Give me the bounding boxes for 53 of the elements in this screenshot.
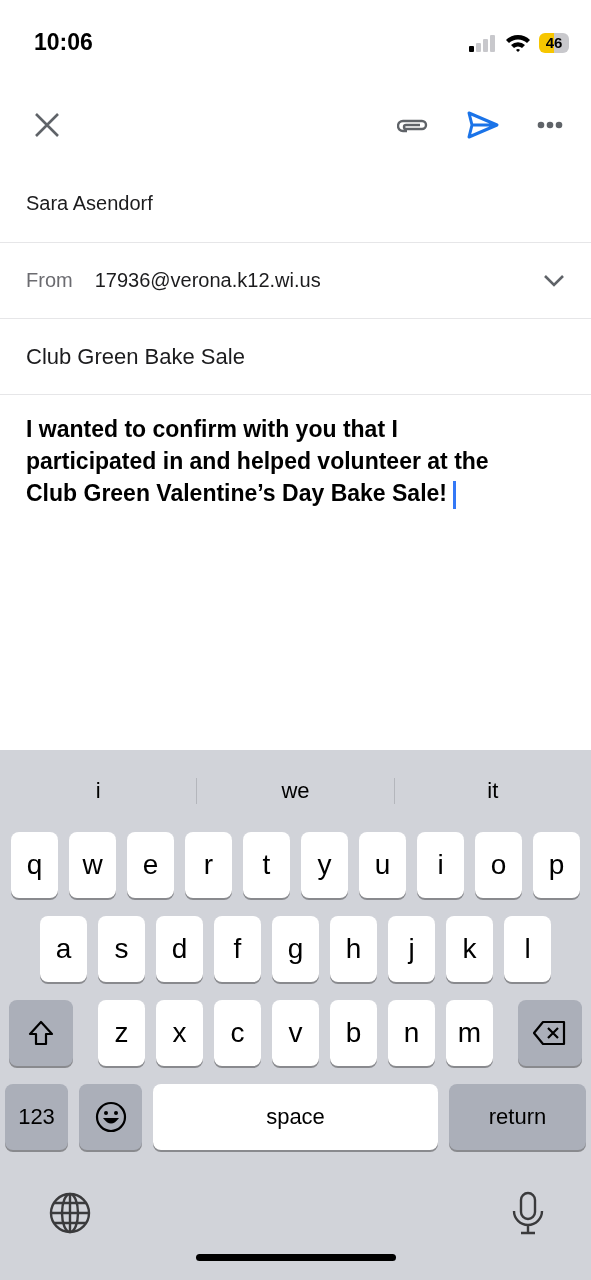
suggestion[interactable]: it bbox=[487, 778, 499, 803]
send-icon bbox=[467, 111, 499, 139]
shift-key[interactable] bbox=[9, 1000, 73, 1066]
letter-key[interactable]: h bbox=[330, 916, 377, 982]
subject-field[interactable]: Club Green Bake Sale bbox=[26, 343, 245, 370]
letter-key[interactable]: o bbox=[475, 832, 522, 898]
letter-key[interactable]: p bbox=[533, 832, 580, 898]
status-time: 10:06 bbox=[34, 29, 93, 56]
emoji-key[interactable] bbox=[79, 1084, 142, 1150]
numbers-key[interactable]: 123 bbox=[5, 1084, 68, 1150]
battery-icon: 46 bbox=[539, 32, 569, 53]
recipient-field[interactable]: Sara Asendorf bbox=[26, 192, 153, 215]
letter-key[interactable]: s bbox=[98, 916, 145, 982]
from-label: From bbox=[26, 269, 73, 292]
suggestion[interactable]: i bbox=[95, 778, 101, 803]
letter-key[interactable]: w bbox=[69, 832, 116, 898]
letter-key[interactable]: k bbox=[446, 916, 493, 982]
microphone-icon[interactable] bbox=[511, 1191, 545, 1235]
return-key[interactable]: return bbox=[449, 1084, 586, 1150]
emoji-icon bbox=[94, 1101, 127, 1133]
letter-key[interactable]: t bbox=[243, 832, 290, 898]
wifi-icon bbox=[505, 32, 531, 53]
letter-key[interactable]: x bbox=[156, 1000, 203, 1066]
more-icon bbox=[537, 121, 563, 129]
from-address[interactable]: 17936@verona.k12.wi.us bbox=[94, 269, 521, 292]
globe-icon[interactable] bbox=[48, 1191, 92, 1235]
letter-key[interactable]: f bbox=[214, 916, 261, 982]
letter-key[interactable]: l bbox=[504, 916, 551, 982]
letter-key[interactable]: d bbox=[156, 916, 203, 982]
letter-key[interactable]: e bbox=[127, 832, 174, 898]
letter-key[interactable]: r bbox=[185, 832, 232, 898]
letter-key[interactable]: g bbox=[272, 916, 319, 982]
delete-key[interactable] bbox=[518, 1000, 582, 1066]
letter-key[interactable]: i bbox=[417, 832, 464, 898]
signal-icon bbox=[469, 33, 497, 52]
space-bar[interactable]: space bbox=[153, 1084, 438, 1150]
backspace-icon bbox=[533, 1020, 567, 1046]
letter-key[interactable]: v bbox=[272, 1000, 319, 1066]
letter-key[interactable]: c bbox=[214, 1000, 261, 1066]
letter-key[interactable]: y bbox=[301, 832, 348, 898]
letter-key[interactable]: m bbox=[446, 1000, 493, 1066]
letter-key[interactable]: n bbox=[388, 1000, 435, 1066]
shift-icon bbox=[28, 1020, 54, 1046]
message-body[interactable]: I wanted to confirm with you that I participated in and helped volunteer at the Club Green Valentine’s Day Bake Sale! bbox=[26, 413, 531, 510]
letter-key[interactable]: z bbox=[98, 1000, 145, 1066]
letter-key[interactable]: b bbox=[330, 1000, 377, 1066]
letter-key[interactable]: a bbox=[40, 916, 87, 982]
letter-key[interactable]: j bbox=[388, 916, 435, 982]
letter-key[interactable]: u bbox=[359, 832, 406, 898]
close-icon bbox=[34, 112, 60, 138]
letter-key[interactable]: q bbox=[11, 832, 58, 898]
chevron-down-icon[interactable] bbox=[543, 273, 565, 288]
suggestion[interactable]: we bbox=[281, 778, 310, 803]
